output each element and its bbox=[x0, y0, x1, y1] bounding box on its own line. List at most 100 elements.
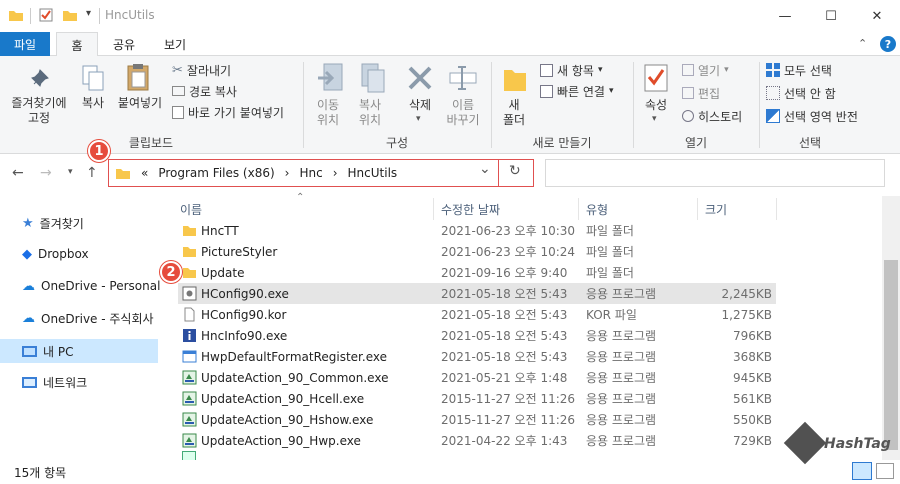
new-folder-button[interactable]: 새 폴더 bbox=[496, 98, 532, 128]
edit-button[interactable]: 편집 bbox=[682, 84, 720, 102]
maximize-button[interactable]: ☐ bbox=[808, 0, 854, 32]
update-icon bbox=[182, 433, 197, 448]
window-title: HncUtils bbox=[105, 8, 155, 22]
pin-quick-access-button[interactable]: 즐겨찾기에 고정 bbox=[4, 96, 74, 126]
copy-button[interactable]: 복사 bbox=[76, 96, 110, 111]
tab-share[interactable]: 공유 bbox=[102, 32, 146, 57]
properties-button[interactable]: 속성 bbox=[638, 98, 674, 113]
paste-button[interactable]: 붙여넣기 bbox=[114, 96, 166, 111]
file-row[interactable]: UpdateAction_90_Hcell.exe 2015-11-27 오전 1… bbox=[178, 388, 776, 409]
sidebar-item-dropbox[interactable]: ◆ Dropbox bbox=[22, 243, 89, 265]
qa-customize-icon[interactable]: ▾ bbox=[86, 8, 91, 19]
open-icon bbox=[682, 64, 694, 76]
file-row[interactable]: HConfig90.exe 2021-05-18 오전 5:43 응용 프로그램 2,… bbox=[178, 283, 776, 304]
file-row[interactable]: HwpDefaultFormatRegister.exe 2021-05-18 오… bbox=[178, 346, 776, 367]
file-row[interactable]: UpdateAction_90_Hwp.exe 2021-04-22 오후 1:4… bbox=[178, 430, 776, 451]
file-row[interactable]: UpdateAction_90_Common.exe 2021-05-21 오후 … bbox=[178, 367, 776, 388]
column-header-type[interactable]: 유형 bbox=[586, 198, 696, 220]
close-button[interactable]: ✕ bbox=[854, 0, 900, 32]
file-date: 2021-06-23 오후 10:24 bbox=[441, 245, 576, 259]
large-icons-view-icon[interactable] bbox=[876, 463, 894, 479]
breadcrumb-1[interactable]: Hnc bbox=[299, 166, 322, 180]
address-overflow-icon[interactable]: « bbox=[141, 166, 148, 180]
cut-button[interactable]: ✂ 잘라내기 bbox=[172, 61, 231, 79]
file-row[interactable]: Update 2021-09-16 오후 9:40 파일 폴더 bbox=[178, 262, 776, 283]
file-type: 응용 프로그램 bbox=[586, 371, 657, 385]
update-icon bbox=[182, 412, 197, 427]
sidebar-item-quick-access[interactable]: ★ 즐겨찾기 bbox=[22, 212, 84, 234]
tab-home[interactable]: 홈 bbox=[56, 32, 98, 57]
file-row[interactable]: PictureStyler 2021-06-23 오후 10:24 파일 폴더 bbox=[178, 241, 776, 262]
file-row[interactable]: HConfig90.kor 2021-05-18 오전 5:43 KOR 파일 1,2… bbox=[178, 304, 776, 325]
file-name: HConfig90.kor bbox=[201, 307, 287, 322]
column-header-size[interactable]: 크기 bbox=[705, 198, 775, 220]
rename-button[interactable]: 이름 바꾸기 bbox=[440, 98, 486, 128]
file-row[interactable]: HncInfo90.exe 2021-05-18 오전 5:43 응용 프로그램 79… bbox=[178, 325, 776, 346]
paste-icon bbox=[127, 64, 149, 91]
details-view-icon[interactable] bbox=[852, 462, 872, 480]
copy-to-button[interactable]: 복사 위치 bbox=[350, 98, 390, 128]
file-row[interactable]: UpdateAction_90_Hshow.exe 2015-11-27 오전 1… bbox=[178, 409, 776, 430]
move-to-button[interactable]: 이동 위치 bbox=[308, 98, 348, 128]
annotation-badge-1: 1 bbox=[88, 140, 110, 162]
delete-icon bbox=[408, 66, 432, 90]
tab-view[interactable]: 보기 bbox=[152, 32, 198, 57]
sidebar-item-network[interactable]: 네트워크 bbox=[22, 371, 87, 393]
cut-label: 잘라내기 bbox=[186, 63, 232, 78]
help-icon[interactable]: ? bbox=[880, 36, 896, 52]
refresh-icon[interactable]: ↻ bbox=[509, 163, 521, 179]
status-bar bbox=[0, 460, 900, 484]
breadcrumb-separator[interactable]: › bbox=[333, 166, 338, 180]
paste-shortcut-label: 바로 가기 붙여넣기 bbox=[188, 105, 284, 120]
select-none-button[interactable]: 선택 안 함 bbox=[766, 84, 836, 102]
scrollbar-thumb[interactable] bbox=[884, 260, 898, 450]
folder-icon bbox=[183, 247, 196, 257]
forward-arrow-icon[interactable]: → bbox=[40, 165, 52, 181]
sidebar-item-onedrive-company[interactable]: ☁ OneDrive - 주식회사 bbox=[22, 307, 154, 329]
minimize-button[interactable]: — bbox=[762, 0, 808, 32]
shortcut-icon bbox=[172, 105, 184, 119]
file-type: 응용 프로그램 bbox=[586, 413, 657, 427]
file-date: 2021-06-23 오후 10:30 bbox=[441, 224, 576, 238]
history-button[interactable]: 히스토리 bbox=[682, 107, 742, 125]
column-separator[interactable] bbox=[433, 198, 434, 220]
column-separator[interactable] bbox=[776, 198, 777, 220]
column-header-name[interactable]: 이름 bbox=[180, 198, 434, 220]
file-name: HwpDefaultFormatRegister.exe bbox=[201, 349, 387, 364]
file-row-partial[interactable] bbox=[178, 451, 776, 460]
copy-path-button[interactable]: 경로 복사 bbox=[172, 82, 237, 100]
star-icon: ★ bbox=[22, 215, 34, 231]
collapse-ribbon-icon[interactable]: ⌃ bbox=[858, 37, 867, 50]
breadcrumb-2[interactable]: HncUtils bbox=[348, 166, 398, 180]
up-arrow-icon[interactable]: ↑ bbox=[86, 165, 98, 181]
file-row[interactable]: HncTT 2021-06-23 오후 10:30 파일 폴더 bbox=[178, 220, 776, 241]
new-folder-icon bbox=[504, 70, 526, 91]
column-header-date[interactable]: 수정한 날짜 bbox=[441, 198, 577, 220]
tab-file[interactable]: 파일 bbox=[0, 32, 50, 56]
address-bar[interactable]: « Program Files (x86) › Hnc › HncUtils ⌄… bbox=[108, 159, 534, 187]
new-item-button[interactable]: 새 항목 ▾ bbox=[540, 61, 602, 79]
select-all-button[interactable]: 모두 선택 bbox=[766, 61, 832, 79]
back-arrow-icon[interactable]: ← bbox=[12, 165, 24, 181]
properties-dropdown-icon[interactable]: ▾ bbox=[652, 114, 657, 124]
sidebar-item-onedrive-personal[interactable]: ☁ OneDrive - Personal bbox=[22, 275, 160, 297]
new-folder-qa-icon[interactable] bbox=[62, 7, 78, 23]
breadcrumb-separator[interactable]: › bbox=[285, 166, 290, 180]
paste-shortcut-button[interactable]: 바로 가기 붙여넣기 bbox=[172, 103, 284, 121]
address-dropdown-icon[interactable]: ⌄ bbox=[479, 161, 491, 177]
invert-selection-button[interactable]: 선택 영역 반전 bbox=[766, 107, 858, 125]
delete-button[interactable]: 삭제 bbox=[400, 98, 440, 113]
column-separator[interactable] bbox=[578, 198, 579, 220]
file-date: 2021-05-18 오전 5:43 bbox=[441, 287, 568, 301]
open-button[interactable]: 열기 ▾ bbox=[682, 61, 729, 79]
properties-qa-icon[interactable] bbox=[38, 7, 54, 23]
select-none-icon bbox=[766, 86, 780, 100]
delete-dropdown-icon[interactable]: ▾ bbox=[416, 114, 421, 124]
search-input[interactable] bbox=[545, 159, 885, 187]
config-icon bbox=[182, 286, 197, 301]
breadcrumb-0[interactable]: Program Files (x86) bbox=[158, 166, 274, 180]
column-separator[interactable] bbox=[697, 198, 698, 220]
easy-access-button[interactable]: 빠른 연결 ▾ bbox=[540, 82, 614, 100]
sidebar-item-this-pc[interactable]: 내 PC bbox=[22, 340, 73, 362]
recent-locations-icon[interactable]: ▾ bbox=[68, 167, 73, 177]
